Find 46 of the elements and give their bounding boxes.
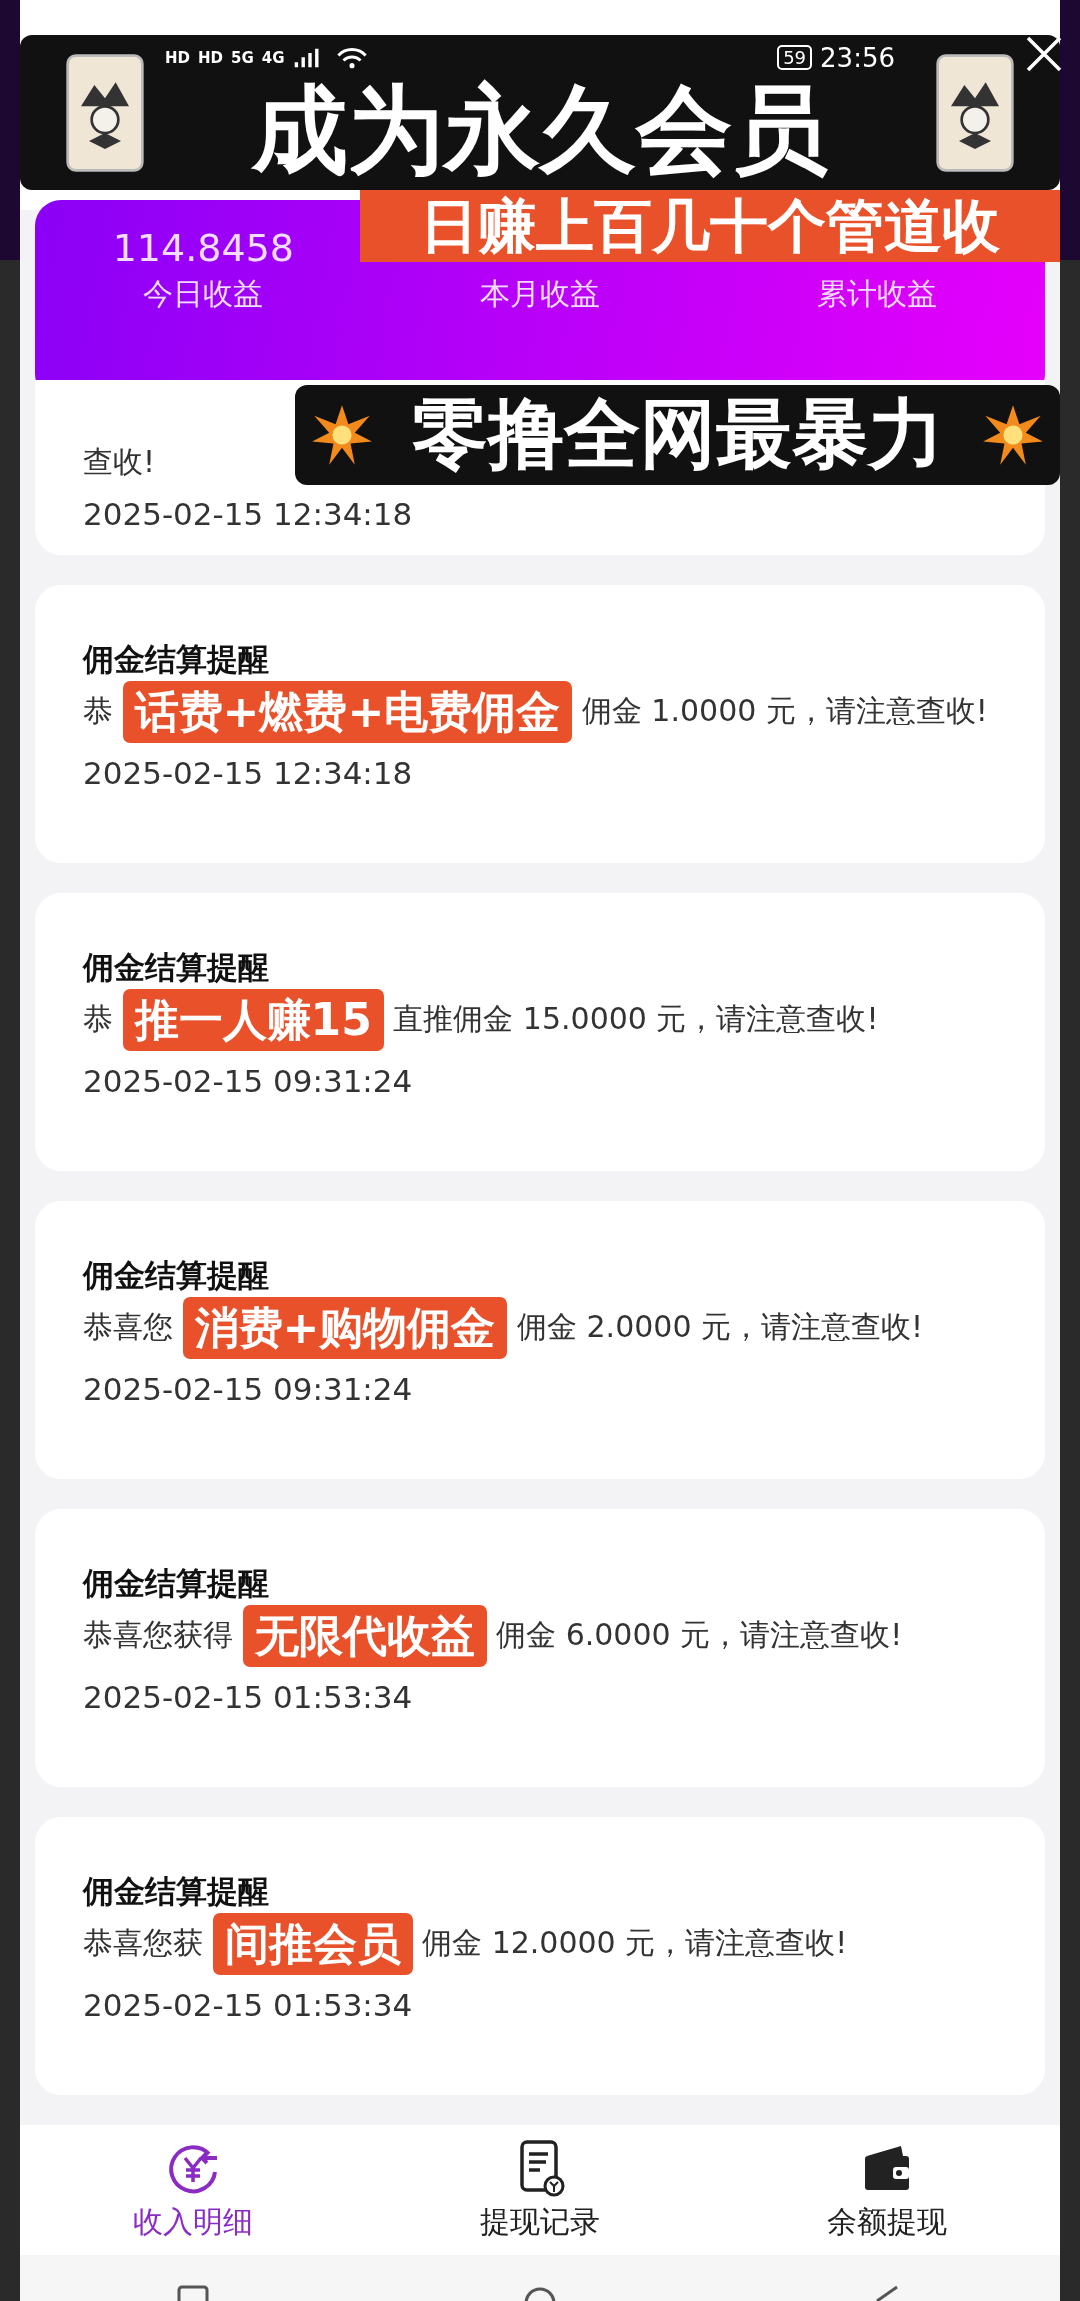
network-label: HD	[198, 48, 224, 67]
notification-title: 佣金结算提醒	[83, 1872, 270, 1911]
notification-time: 2025-02-15 12:34:18	[83, 495, 414, 534]
notification-text: 查收!	[83, 444, 156, 479]
close-icon[interactable]	[1024, 34, 1064, 74]
notification-text: 佣金 2.0000 元，请注意查收!	[516, 1308, 924, 1344]
battery-level: 59	[777, 45, 813, 70]
status-time: 23:56	[820, 42, 895, 73]
notification-text: 佣金 1.0000 元，请注意查收!	[581, 692, 988, 728]
playing-card-icon	[65, 52, 145, 173]
promo-caption: 推一人赚15	[122, 989, 384, 1051]
earnings-label: 今日收益	[143, 275, 264, 313]
notification-time: 2025-02-15 09:31:24	[83, 1370, 414, 1409]
promo-caption: 间推会员	[212, 1913, 413, 1975]
promo-caption: 无限代收益	[242, 1605, 487, 1667]
caption-text: 成为永久会员	[252, 74, 828, 185]
nav-tab[interactable]: 收入明细	[20, 2125, 367, 2255]
notification-text: 佣金 6.0000 元，请注意查收!	[496, 1616, 903, 1652]
notification-time: 2025-02-15 12:34:18	[83, 754, 414, 793]
earnings-value: 114.8458	[112, 226, 294, 272]
notification-text: 恭喜您获	[83, 1924, 203, 1960]
nav-tab[interactable]: 余额提现	[713, 2125, 1060, 2255]
network-label: 5G	[231, 48, 254, 67]
notification-title: 佣金结算提醒	[83, 948, 270, 987]
promo-caption: 话费+燃费+电费佣金	[122, 681, 573, 743]
notification-title: 佣金结算提醒	[83, 1256, 270, 1295]
nav-tab[interactable]: 提现记录	[366, 2125, 714, 2255]
network-label: 4G	[261, 48, 285, 67]
earnings-label: 累计收益	[816, 275, 937, 313]
network-label: HD	[165, 48, 190, 67]
notification-text: 佣金 12.0000 元，请注意查收!	[422, 1924, 848, 1960]
notification-title: 佣金结算提醒	[83, 1564, 270, 1603]
playing-card-icon	[935, 52, 1015, 173]
earnings-label: 本月收益	[480, 275, 600, 313]
caption-text: 零撸全网最暴力	[411, 387, 944, 480]
notification-text: 恭	[83, 1000, 113, 1036]
notification-text: 恭喜您获得	[83, 1616, 233, 1652]
notification-text: 恭	[83, 692, 113, 728]
notification-time: 2025-02-15 01:53:34	[83, 1986, 414, 2025]
notification-text: 直推佣金 15.0000 元，请注意查收!	[393, 1000, 879, 1036]
notification-title: 佣金结算提醒	[83, 640, 270, 679]
notification-text: 恭喜您	[83, 1308, 173, 1344]
notification-time: 2025-02-15 01:53:34	[83, 1678, 414, 1717]
notification-time: 2025-02-15 09:31:24	[83, 1062, 414, 1101]
promo-caption: 消费+购物佣金	[182, 1297, 508, 1359]
promo-caption: 日赚上百几十个管道收	[360, 190, 1060, 262]
